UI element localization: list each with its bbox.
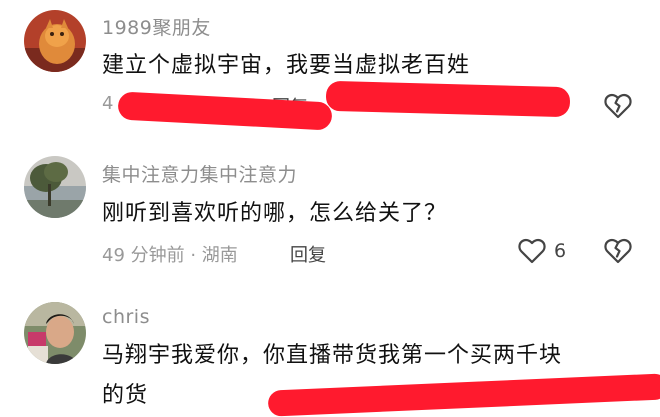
redaction-mark (325, 80, 571, 118)
heart-outline-icon (518, 238, 546, 264)
reply-button[interactable]: 回复 (290, 241, 326, 267)
comment-text: 建立个虚拟宇宙，我要当虚拟老百姓 (102, 53, 471, 78)
comment-item: 集中注意力集中注意力 刚听到喜欢听的哪，怎么给关了？ 49 分钟前 · 湖南 回… (0, 150, 660, 290)
comment-meta: 49 分钟前 · 湖南 (102, 245, 238, 266)
avatar[interactable] (24, 156, 86, 218)
username[interactable]: 集中注意力集中注意力 (102, 160, 297, 187)
broken-heart-icon (604, 238, 632, 264)
dislike-button[interactable] (604, 238, 632, 264)
comment-text-line-1: 马翔宇我爱你，你直播带货我第一个买两千块 (102, 343, 563, 368)
orange-cat-avatar-image (24, 10, 86, 72)
comment-text: 刚听到喜欢听的哪，怎么给关了？ (102, 201, 448, 226)
redaction-mark (267, 373, 660, 417)
comment-meta: 4 (102, 93, 114, 114)
comment-text-line-2: 的货 (102, 383, 149, 408)
avatar[interactable] (24, 10, 86, 72)
username[interactable]: chris (102, 306, 150, 328)
comment-item: 1989聚朋友 建立个虚拟宇宙，我要当虚拟老百姓 4 回复 (0, 0, 660, 140)
username[interactable]: 1989聚朋友 (102, 13, 211, 40)
man-portrait-avatar-image (24, 302, 86, 364)
broken-heart-icon (604, 93, 632, 119)
avatar[interactable] (24, 302, 86, 364)
like-button[interactable]: 6 (518, 238, 566, 264)
dislike-button[interactable] (604, 93, 632, 119)
comment-item: chris 马翔宇我爱你，你直播带货我第一个买两千块 的货 (0, 296, 660, 417)
like-count: 6 (554, 240, 567, 262)
lake-tree-avatar-image (24, 156, 86, 218)
